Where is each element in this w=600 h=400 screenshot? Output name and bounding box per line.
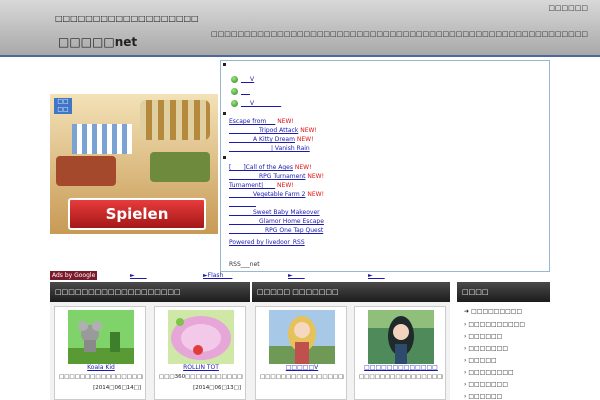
game-logo-icon: □□ □□ <box>54 98 72 114</box>
site-description: □□□□□□□□□□□□□□□□□□□□□□□□□□□□□□□□□□□□□□□□… <box>211 30 588 38</box>
ranking-header: □□□□□ □□□□□□□ <box>252 282 450 302</box>
green-dot-icon <box>231 88 238 95</box>
wagon-illustration <box>140 100 210 140</box>
game-card[interactable]: ROLLIN TOT □□□360□□□□□□□□□□□□□□□□□□□□ [2… <box>154 306 246 400</box>
rss-top-item[interactable]: ___ <box>231 88 250 97</box>
rollin-tot-thumbnail[interactable] <box>168 310 234 364</box>
ad-link[interactable]: ►____ <box>288 271 305 280</box>
game-date: [2014□06□14□] <box>93 385 141 391</box>
sidebar-item[interactable]: › □□□□□□□ <box>464 345 508 352</box>
game-description: □□□360□□□□□□□□□□□□□□□□□□□□ <box>159 374 243 380</box>
list-item: _________ <box>229 200 256 207</box>
bullet-square-icon <box>223 63 226 66</box>
green-dot-icon <box>231 76 238 83</box>
rss-top-item[interactable]: ___V_________ <box>231 100 281 109</box>
new-games-header: □□□□□□□□□□□□□□□□□□□ <box>50 282 250 302</box>
goods-illustration <box>56 156 116 186</box>
sidebar-item[interactable]: ➜ □□□□□□□□□ <box>464 308 522 315</box>
ads-bar: Ads by Google ►____ ►Flash___ ►____ ►___… <box>50 271 550 280</box>
ad-link[interactable]: ►____ <box>130 271 147 280</box>
game-date: [2014□06□13□] <box>193 385 241 391</box>
list-item: ____________RPG One Tap Quest <box>229 227 324 234</box>
rss-list-group-2: [____]Call of the Ages NEW! __________RP… <box>229 163 324 235</box>
game-card[interactable]: □□□□□V □□□□□□□□□□□□□□□□□□□□□□□□□□□□□ <box>255 306 347 400</box>
rss-footer-text[interactable]: RSS___net <box>229 261 260 268</box>
ad-link[interactable]: ►Flash___ <box>203 271 232 280</box>
game-title-link[interactable]: Koala Kid <box>55 364 147 371</box>
game-description: □□□□□□□□□□□□□□□□□□□□□□□□□□□□□ <box>260 374 344 380</box>
play-button[interactable]: Spielen <box>68 198 206 230</box>
anime-rpg-thumbnail[interactable] <box>269 310 335 364</box>
powered-by-link[interactable]: Powered by livedoor_RSS <box>229 239 305 246</box>
game-title-link[interactable]: ROLLIN TOT <box>155 364 247 371</box>
bullet-square-icon <box>223 112 226 115</box>
ads-by-google-label: Ads by Google <box>50 271 98 280</box>
game-description: □□□□□□□□□□□□□□□□□□□□□□□□□□□□□ <box>359 374 443 380</box>
rss-list-group-1: Escape from___ NEW! __________Tripod Att… <box>229 117 317 153</box>
site-header: □□□□□□□□□□□□□□□□□□□ □□□□□net □□□□□□ □□□□… <box>0 0 600 57</box>
list-item: __________Tripod Attack NEW! <box>229 127 317 134</box>
site-title[interactable]: □□□□□net <box>58 35 137 49</box>
list-item: ________A Kitty Dream NEW! <box>229 136 314 143</box>
list-item: ______________| Vanish Rain <box>229 145 310 152</box>
list-item: ________Sweet Baby Makeover <box>229 209 320 216</box>
sidebar-item[interactable]: › □□□□□□ <box>464 333 502 340</box>
sidebar-header: □□□□ <box>457 282 550 302</box>
game-title-link[interactable]: □□□□□V <box>256 364 348 371</box>
game-card[interactable]: Koala Kid □□□□□□□□□□□□□□□□□□□□□□□□□□□□□□… <box>54 306 146 400</box>
list-item: Turnament|____ NEW! <box>229 182 294 189</box>
game-title-link[interactable]: □□□□□□□□□□□□□ <box>355 364 447 371</box>
list-item: Escape from___ NEW! <box>229 118 294 125</box>
anime-girl-thumbnail[interactable] <box>368 310 434 364</box>
market-stall-illustration <box>72 124 132 154</box>
bullet-square-icon <box>223 156 226 159</box>
list-item: __________Glamor Home Escape <box>229 218 324 225</box>
rss-top-item[interactable]: ___V <box>231 76 254 85</box>
list-item: __________RPG Turnament NEW! <box>229 173 324 180</box>
produce-illustration <box>150 152 210 182</box>
site-tagline: □□□□□□□□□□□□□□□□□□□ <box>55 14 199 23</box>
sidebar-item[interactable]: › □□□□□□□ <box>464 381 508 388</box>
ad-link[interactable]: ►____ <box>368 271 385 280</box>
sidebar-item[interactable]: › □□□□□□□□□□ <box>464 321 525 328</box>
sidebar-item[interactable]: › □□□□□□□□ <box>464 369 514 376</box>
list-item: ________Vegetable Farm 2 NEW! <box>229 191 324 198</box>
koala-kid-thumbnail[interactable] <box>68 310 134 364</box>
sidebar-item[interactable]: › □□□□□□ <box>464 393 502 400</box>
sidebar-item[interactable]: › □□□□□ <box>464 357 497 364</box>
game-description: □□□□□□□□□□□□□□□□□□□□□□□□□□□□□□ <box>59 374 143 380</box>
top-link[interactable]: □□□□□□ <box>548 4 588 12</box>
green-dot-icon <box>231 100 238 107</box>
game-ad-banner[interactable]: □□ □□ Spielen <box>50 94 218 234</box>
rss-feed-box: ___V ___ ___V_________ Escape from___ NE… <box>220 60 550 272</box>
category-sidebar: ➜ □□□□□□□□□ › □□□□□□□□□□ › □□□□□□ › □□□□… <box>457 302 550 400</box>
game-card[interactable]: □□□□□□□□□□□□□ □□□□□□□□□□□□□□□□□□□□□□□□□□… <box>354 306 446 400</box>
list-item: [____]Call of the Ages NEW! <box>229 164 312 171</box>
